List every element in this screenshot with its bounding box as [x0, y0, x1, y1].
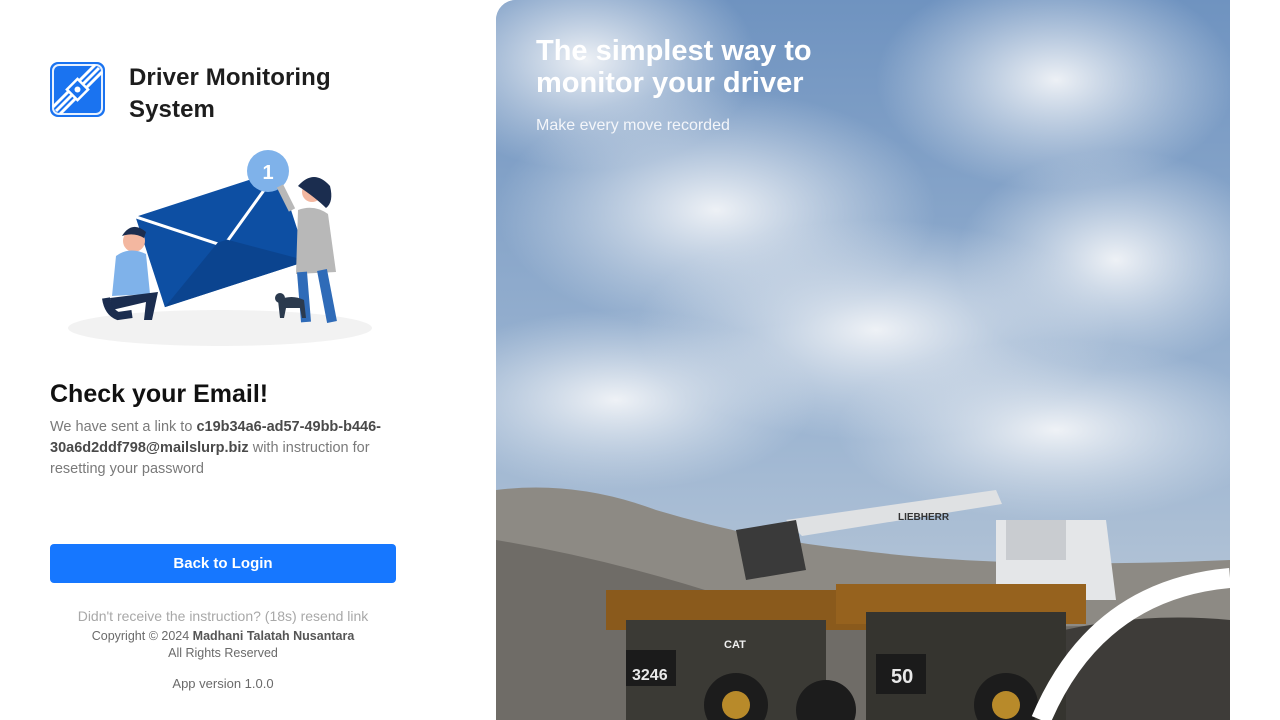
truck-number-1: 3246: [632, 667, 668, 684]
app-name: Driver Monitoring System: [129, 64, 331, 123]
notification-badge: 1: [262, 162, 273, 184]
hero-subtitle: Make every move recorded: [536, 117, 730, 134]
brand-header: Driver Monitoring System: [50, 62, 369, 126]
company-name: Madhani Talatah Nusantara: [192, 629, 355, 643]
back-to-login-button[interactable]: Back to Login: [50, 544, 396, 583]
desc-prefix: We have sent a link to: [50, 419, 197, 435]
login-panel: Driver Monitoring System 1 Check your Em…: [0, 0, 496, 720]
chain-link-icon: [50, 62, 105, 117]
rights-text: All Rights Reserved: [168, 646, 278, 660]
hero-title: The simplest way to monitor your driver: [536, 35, 812, 99]
copyright-prefix: Copyright © 2024: [91, 629, 193, 643]
hero-panel: 3246 50 CAT LIEBHERR The simplest way to…: [496, 0, 1230, 720]
excavator-brand: LIEBHERR: [898, 512, 950, 523]
copyright: Copyright © 2024 Madhani Talatah Nusanta…: [50, 628, 396, 662]
truck-number-2: 50: [891, 666, 913, 688]
truck-brand: CAT: [724, 639, 746, 651]
instruction-text: We have sent a link to c19b34a6-ad57-49b…: [50, 417, 390, 480]
email-sent-illustration: 1: [66, 148, 376, 353]
resend-link[interactable]: Didn't receive the instruction? (18s) re…: [50, 608, 396, 624]
page-title: Check your Email!: [50, 380, 269, 408]
app-version: App version 1.0.0: [172, 676, 274, 691]
mining-trucks-excavator-photo: 3246 50 CAT LIEBHERR: [496, 0, 1230, 720]
